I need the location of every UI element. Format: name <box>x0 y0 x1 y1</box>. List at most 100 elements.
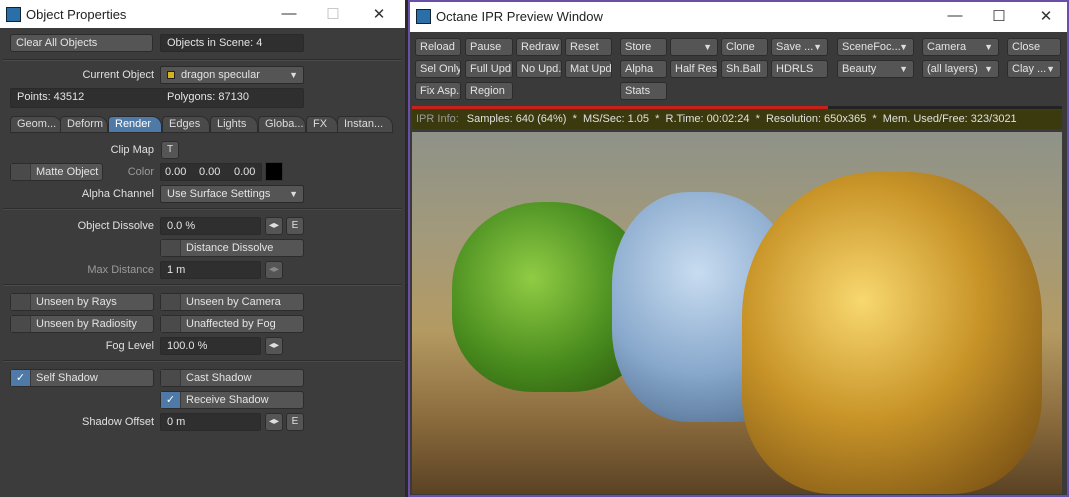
cast-shadow-label: Cast Shadow <box>186 372 252 384</box>
minimize-icon[interactable]: — <box>940 7 970 24</box>
hdrls-button[interactable]: HDRLS <box>771 60 828 78</box>
distance-dissolve-toggle[interactable]: Distance Dissolve <box>160 239 304 257</box>
checkbox <box>11 164 31 180</box>
shadow-offset-envelope-button[interactable]: E <box>286 413 304 431</box>
save-dropdown[interactable]: Save ... <box>771 38 828 56</box>
reset-button[interactable]: Reset <box>565 38 612 56</box>
checkbox <box>161 370 181 386</box>
tab-deform[interactable]: Deform <box>60 116 108 133</box>
no-update-button[interactable]: No Upd. <box>516 60 562 78</box>
matte-object-toggle[interactable]: Matte Object <box>10 163 103 181</box>
current-object-label: Current Object <box>82 69 154 81</box>
alpha-button[interactable]: Alpha <box>620 60 667 78</box>
camera-dropdown[interactable]: Camera <box>922 38 999 56</box>
tab-lights[interactable]: Lights <box>210 116 258 133</box>
cast-shadow-toggle[interactable]: Cast Shadow <box>160 369 304 387</box>
half-res-button[interactable]: Half Res <box>670 60 718 78</box>
receive-shadow-label: Receive Shadow <box>186 394 269 406</box>
unseen-by-radiosity-toggle[interactable]: Unseen by Radiosity <box>10 315 154 333</box>
reload-button[interactable]: Reload <box>415 38 461 56</box>
tab-global[interactable]: Globa... <box>258 116 306 133</box>
self-shadow-toggle[interactable]: ✓ Self Shadow <box>10 369 154 387</box>
region-button[interactable]: Region <box>465 82 513 100</box>
shadow-offset-label: Shadow Offset <box>82 416 154 428</box>
objects-in-scene: Objects in Scene: 4 <box>160 34 304 52</box>
stats-button[interactable]: Stats <box>620 82 667 100</box>
close-button[interactable]: Close <box>1007 38 1061 56</box>
gold-dragon <box>742 172 1042 494</box>
shader-ball-button[interactable]: Sh.Ball <box>721 60 768 78</box>
divider <box>3 208 402 210</box>
fog-level-input[interactable]: 100.0 % <box>160 337 261 355</box>
minimize-icon[interactable]: — <box>274 5 304 22</box>
fog-level-label: Fog Level <box>105 340 154 352</box>
divider <box>3 360 402 362</box>
color-b: 0.00 <box>234 166 256 178</box>
check-icon: ✓ <box>11 370 31 386</box>
object-cube-icon <box>167 71 175 79</box>
object-dissolve-input[interactable]: 0.0 % <box>160 217 261 235</box>
object-dissolve-label: Object Dissolve <box>77 220 154 232</box>
ipr-info-bar: IPR Info: Samples: 640 (64%) * MS/Sec: 1.… <box>412 110 1062 129</box>
color-swatch[interactable] <box>265 162 283 181</box>
fix-aspect-button[interactable]: Fix Asp. <box>415 82 461 100</box>
app-icon <box>416 9 431 24</box>
close-icon[interactable]: ✕ <box>364 5 394 23</box>
dissolve-envelope-button[interactable]: E <box>286 217 304 235</box>
material-update-button[interactable]: Mat Upd <box>565 60 612 78</box>
receive-shadow-toggle[interactable]: ✓ Receive Shadow <box>160 391 304 409</box>
polygons-count: Polygons: 87130 <box>167 91 249 103</box>
color-label: Color <box>127 166 154 178</box>
checkbox <box>11 294 31 310</box>
checkbox <box>161 316 181 332</box>
unseen-by-rays-toggle[interactable]: Unseen by Rays <box>10 293 154 311</box>
clear-all-objects-button[interactable]: Clear All Objects <box>10 34 153 52</box>
current-object-dropdown[interactable]: dragon specular <box>160 66 304 84</box>
current-object-value: dragon specular <box>181 69 260 81</box>
color-g: 0.00 <box>199 166 221 178</box>
close-icon[interactable]: ✕ <box>1031 7 1061 25</box>
distance-dissolve-label: Distance Dissolve <box>186 242 274 254</box>
clip-map-texture-button[interactable]: T <box>161 141 179 159</box>
color-field[interactable]: 0.00 0.00 0.00 <box>160 163 262 181</box>
tab-fx[interactable]: FX <box>306 116 338 133</box>
object-properties-window: Object Properties — ☐ ✕ Clear All Object… <box>0 0 405 497</box>
alpha-channel-dropdown[interactable]: Use Surface Settings <box>160 185 304 203</box>
pause-button[interactable]: Pause <box>465 38 513 56</box>
layers-dropdown[interactable]: (all layers) <box>922 60 999 78</box>
fog-level-slider-arrows[interactable]: ◂▸ <box>265 337 283 355</box>
unseen-by-camera-toggle[interactable]: Unseen by Camera <box>160 293 304 311</box>
self-shadow-label: Self Shadow <box>36 372 98 384</box>
color-r: 0.00 <box>165 166 187 178</box>
full-update-button[interactable]: Full Upd. <box>465 60 513 78</box>
sel-only-button[interactable]: Sel Only <box>415 60 461 78</box>
max-distance-input[interactable]: 1 m <box>160 261 261 279</box>
ipr-info-label: IPR Info: <box>416 113 459 125</box>
window-title: Octane IPR Preview Window <box>436 9 603 24</box>
shadow-offset-slider-arrows[interactable]: ◂▸ <box>265 413 283 431</box>
dissolve-slider-arrows[interactable]: ◂▸ <box>265 217 283 235</box>
title-bar: Object Properties — ☐ ✕ <box>0 0 405 30</box>
store-button[interactable]: Store <box>620 38 667 56</box>
scene-focus-dropdown[interactable]: SceneFoc... <box>837 38 914 56</box>
divider <box>3 284 402 286</box>
tab-geometry[interactable]: Geom... <box>10 116 62 133</box>
unaffected-by-fog-label: Unaffected by Fog <box>186 318 276 330</box>
maximize-icon[interactable]: ☐ <box>984 7 1014 25</box>
title-bar: Octane IPR Preview Window — ☐ ✕ <box>410 2 1067 32</box>
max-distance-label: Max Distance <box>87 264 154 276</box>
max-distance-slider-arrows[interactable]: ◂▸ <box>265 261 283 279</box>
clay-dropdown[interactable]: Clay ... <box>1007 60 1061 78</box>
tab-edges[interactable]: Edges <box>162 116 210 133</box>
checkbox <box>11 316 31 332</box>
redraw-button[interactable]: Redraw <box>516 38 562 56</box>
maximize-icon[interactable]: ☐ <box>318 5 348 23</box>
unseen-by-rays-label: Unseen by Rays <box>36 296 117 308</box>
tab-instance[interactable]: Instan... <box>337 116 393 133</box>
render-pass-dropdown[interactable]: Beauty <box>837 60 914 78</box>
store-slot-dropdown[interactable] <box>670 38 718 56</box>
unaffected-by-fog-toggle[interactable]: Unaffected by Fog <box>160 315 304 333</box>
shadow-offset-input[interactable]: 0 m <box>160 413 261 431</box>
clone-button[interactable]: Clone <box>721 38 768 56</box>
tab-render[interactable]: Render <box>108 116 162 133</box>
